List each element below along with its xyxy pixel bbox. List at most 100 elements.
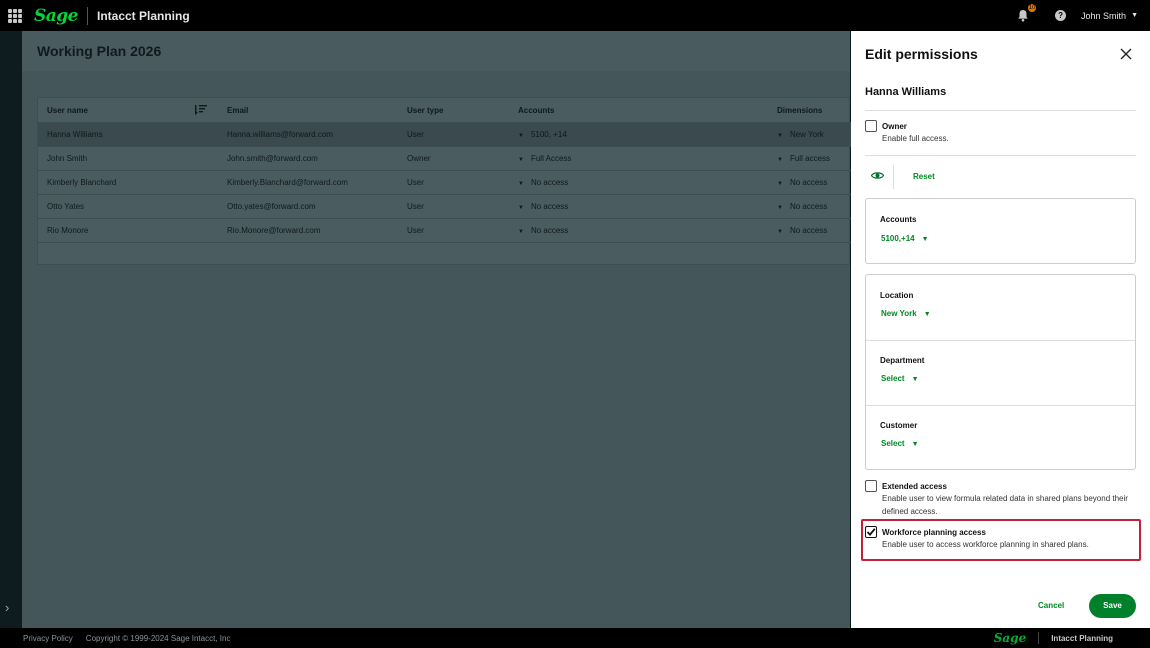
- owner-label: Owner: [882, 122, 907, 131]
- column-header-dimensions[interactable]: Dimensions: [777, 98, 822, 122]
- close-icon[interactable]: [1120, 48, 1132, 60]
- left-rail: ›: [0, 31, 22, 628]
- sort-icon[interactable]: [195, 104, 207, 116]
- caret-down-icon: ▼: [777, 157, 783, 163]
- cancel-button[interactable]: Cancel: [1038, 601, 1064, 610]
- table-header-row: User name Email User type Accounts Dimen…: [38, 98, 851, 123]
- caret-down-icon: ▼: [518, 133, 524, 139]
- user-type-cell: Owner: [407, 154, 431, 163]
- dimensions-cell[interactable]: ▼ No access: [777, 219, 827, 243]
- dimensions-cell[interactable]: ▼ No access: [777, 171, 827, 195]
- user-type-cell: User: [407, 178, 424, 187]
- user-type-cell: User: [407, 130, 424, 139]
- customer-select[interactable]: Select ▼: [881, 439, 919, 448]
- email-cell: John.smith@forward.com: [227, 154, 318, 163]
- checkmark-icon: [866, 528, 876, 536]
- dimensions-card: Location New York ▼ Department Select ▼ Cu…: [865, 274, 1136, 470]
- customer-label: Customer: [880, 421, 918, 430]
- caret-down-icon: ▼: [777, 229, 783, 235]
- email-cell: Hanna.williams@forward.com: [227, 130, 333, 139]
- product-name: Intacct Planning: [97, 8, 190, 23]
- department-select[interactable]: Select ▼: [881, 374, 919, 383]
- caret-down-icon: ▼: [777, 133, 783, 139]
- table-row[interactable]: Rio Monore Rio.Monore@forward.com User ▼…: [38, 219, 851, 243]
- toolbar-divider: [893, 165, 894, 189]
- notification-badge: 10: [1028, 3, 1037, 12]
- copyright-text: Copyright © 1999-2024 Sage Intacct, Inc: [85, 633, 231, 643]
- user-menu[interactable]: John Smith ▼: [1081, 11, 1138, 21]
- privacy-policy-link[interactable]: Privacy Policy: [23, 634, 73, 643]
- caret-down-icon: ▼: [777, 181, 783, 187]
- accounts-cell[interactable]: ▼ 5100, +14: [518, 123, 567, 147]
- owner-checkbox[interactable]: [865, 120, 877, 132]
- user-type-cell: User: [407, 202, 424, 211]
- workforce-planning-description: Enable user to access workforce planning…: [882, 540, 1089, 549]
- location-section: Location New York ▼: [866, 275, 1135, 340]
- table-row[interactable]: Hanna Williams Hanna.williams@forward.co…: [38, 123, 851, 147]
- users-table: User name Email User type Accounts Dimen…: [37, 97, 851, 265]
- table-row[interactable]: John Smith John.smith@forward.com Owner …: [38, 147, 851, 171]
- accounts-cell[interactable]: ▼ No access: [518, 219, 568, 243]
- selected-user-name: Hanna Williams: [865, 86, 947, 98]
- user-type-cell: User: [407, 226, 424, 235]
- workforce-planning-checkbox[interactable]: [865, 526, 877, 538]
- column-header-accounts[interactable]: Accounts: [518, 98, 554, 122]
- sage-logo[interactable]: Sage: [34, 6, 79, 26]
- footer: Privacy Policy Copyright © 1999-2024 Sag…: [0, 628, 1150, 648]
- column-header-user-name[interactable]: User name: [47, 98, 88, 122]
- chevron-right-icon[interactable]: ›: [5, 600, 9, 615]
- app-grid-icon[interactable]: [8, 8, 22, 23]
- footer-divider: [1038, 632, 1040, 644]
- accounts-cell[interactable]: ▼ Full Access: [518, 147, 571, 171]
- page-title: Working Plan 2026: [37, 43, 162, 59]
- caret-down-icon: ▼: [911, 441, 919, 448]
- caret-down-icon: ▼: [911, 376, 919, 383]
- department-section: Department Select ▼: [866, 341, 1135, 405]
- divider: [865, 110, 1136, 111]
- column-header-user-type[interactable]: User type: [407, 98, 443, 122]
- accounts-select[interactable]: 5100,+14 ▼: [881, 234, 929, 243]
- column-header-email[interactable]: Email: [227, 98, 248, 122]
- accounts-card: Accounts 5100,+14 ▼: [865, 198, 1136, 264]
- accounts-cell[interactable]: ▼ No access: [518, 195, 568, 219]
- dimensions-cell[interactable]: ▼ New York: [777, 123, 824, 147]
- notifications-button[interactable]: 10: [1017, 3, 1037, 23]
- extended-access-label: Extended access: [882, 482, 947, 491]
- footer-sage-logo: Sage: [993, 631, 1027, 645]
- user-name: John Smith: [1081, 10, 1127, 21]
- brand-divider: [87, 6, 88, 25]
- extended-access-checkbox[interactable]: [865, 480, 877, 492]
- main-content: Working Plan 2026 User name Email User t…: [22, 31, 851, 628]
- dimensions-cell[interactable]: ▼ No access: [777, 195, 827, 219]
- accounts-cell[interactable]: ▼ No access: [518, 171, 568, 195]
- email-cell: Otto.yates@forward.com: [227, 202, 316, 211]
- caret-down-icon: ▼: [921, 236, 929, 243]
- save-button[interactable]: Save: [1089, 594, 1136, 618]
- email-cell: Rio.Monore@forward.com: [227, 226, 321, 235]
- user-name-cell: Rio Monore: [47, 226, 89, 235]
- user-name-cell: Kimberly Blanchard: [47, 178, 117, 187]
- footer-product-name: Intacct Planning: [1051, 633, 1113, 643]
- user-name-cell: John Smith: [47, 154, 88, 163]
- caret-down-icon: ▼: [518, 181, 524, 187]
- email-cell: Kimberly.Blanchard@forward.com: [227, 178, 348, 187]
- reset-button[interactable]: Reset: [913, 172, 935, 181]
- caret-down-icon: ▼: [518, 205, 524, 211]
- bell-icon: [1018, 9, 1028, 21]
- divider: [865, 155, 1136, 156]
- customer-section: Customer Select ▼: [866, 406, 1135, 470]
- user-name-cell: Hanna Williams: [47, 130, 103, 139]
- workforce-planning-label: Workforce planning access: [882, 528, 986, 537]
- owner-description: Enable full access.: [882, 134, 949, 143]
- location-select[interactable]: New York ▼: [881, 309, 931, 318]
- top-bar: Sage Intacct Planning 10 ? John Smith ▼: [0, 0, 1150, 31]
- dimensions-cell[interactable]: ▼ Full access: [777, 147, 830, 171]
- help-icon[interactable]: ?: [1055, 10, 1067, 21]
- table-row[interactable]: Otto Yates Otto.yates@forward.com User ▼…: [38, 195, 851, 219]
- accounts-label: Accounts: [880, 215, 917, 224]
- caret-down-icon: ▼: [777, 205, 783, 211]
- eye-icon[interactable]: [871, 171, 884, 180]
- panel-title: Edit permissions: [865, 46, 978, 62]
- caret-down-icon: ▼: [518, 229, 524, 235]
- table-row[interactable]: Kimberly Blanchard Kimberly.Blanchard@fo…: [38, 171, 851, 195]
